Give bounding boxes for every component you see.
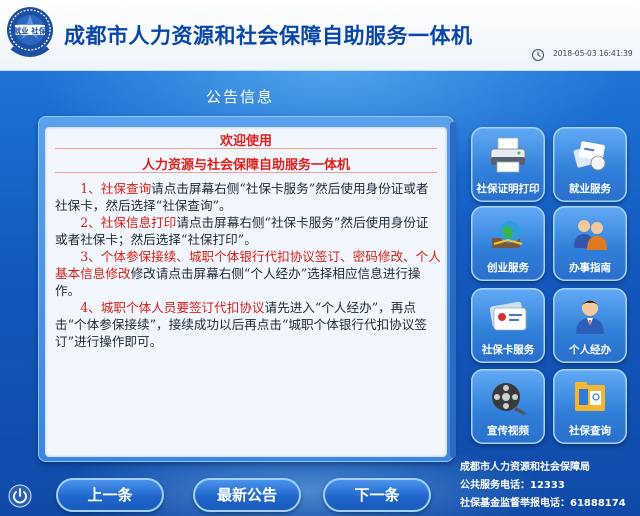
- tile-entrepreneurship-service[interactable]: 创业服务: [471, 206, 545, 281]
- divider: [55, 148, 437, 149]
- tile-label: 社保卡服务: [481, 344, 535, 356]
- notice-item-highlight: 1、社保查询: [80, 181, 152, 196]
- film-reel-icon: [492, 383, 526, 415]
- notice-item: 1、社保查询请点击屏幕右侧“社保卡服务”然后使用身份证或者社保卡，然后选择“社保…: [55, 180, 441, 214]
- latest-notice-button[interactable]: 最新公告: [193, 478, 301, 512]
- footer-report-phone: 社保基金监督举报电话：61888174: [460, 498, 626, 509]
- tile-employment-service[interactable]: 就业服务: [553, 127, 627, 202]
- globe-icon: [492, 221, 523, 248]
- tile-promo-video[interactable]: 宣传视频: [471, 369, 545, 444]
- tile-label: 办事指南: [569, 262, 611, 274]
- divider: [55, 172, 437, 173]
- tile-label: 宣传视频: [487, 425, 529, 437]
- business-card-icon: [573, 141, 606, 171]
- social-card-icon: [489, 301, 527, 331]
- tile-label: 创业服务: [487, 262, 529, 274]
- notice-body: 1、社保查询请点击屏幕右侧“社保卡服务”然后使用身份证或者社保卡，然后选择“社保…: [55, 180, 441, 350]
- footer-service-phone: 公共服务电话：12333: [460, 480, 565, 491]
- tile-social-security-query[interactable]: 社保查询: [553, 369, 627, 444]
- printer-icon: [490, 137, 526, 173]
- logo-text: 就业 社保: [14, 26, 47, 36]
- tile-personal-handling[interactable]: 个人经办: [553, 288, 627, 363]
- notice-item-highlight: 4、城职个体人员要签订代扣协议: [80, 300, 265, 315]
- clock-icon: [532, 49, 544, 61]
- person-icon: [576, 300, 604, 334]
- tile-label: 社保证明打印: [476, 183, 540, 195]
- next-notice-button[interactable]: 下一条: [323, 478, 431, 512]
- notice-item: 4、城职个体人员要签订代扣协议请先进入“个人经办”，再点击“个体参保接续”，接续…: [55, 299, 441, 350]
- tile-social-security-certificate-print[interactable]: 社保证明打印: [471, 127, 545, 202]
- notice-welcome: 欢迎使用: [219, 134, 272, 149]
- footer-info: 成都市人力资源和社会保障局 公共服务电话：12333 社保基金监督举报电话：61…: [460, 459, 638, 513]
- datetime-label: 2018-05-03 16:41:39: [553, 49, 633, 58]
- power-icon[interactable]: [8, 484, 32, 508]
- notice-subtitle: 人力资源与社会保障自助服务一体机: [141, 158, 350, 173]
- prev-notice-button[interactable]: 上一条: [56, 478, 164, 512]
- folder-search-icon: [575, 382, 605, 411]
- notice-item: 3、个体参保接续、城职个体银行代扣协议签订、密码修改、个人基本信息修改修改请点击…: [55, 248, 441, 299]
- tile-label: 个人经办: [569, 344, 611, 356]
- tile-social-security-card-service[interactable]: 社保卡服务: [471, 288, 545, 363]
- header-bar: 就业 社保 成都市人力资源和社会保障自助服务一体机 2018-05-03 16:…: [0, 0, 640, 71]
- notice-item: 2、社保信息打印请点击屏幕右侧“社保卡服务”然后使用身份证或者社保卡；然后选择“…: [55, 214, 441, 248]
- tile-label: 就业服务: [569, 183, 611, 195]
- tile-service-guide[interactable]: 办事指南: [553, 206, 627, 281]
- emblem-logo-icon: 就业 社保: [7, 7, 53, 57]
- people-icon: [574, 220, 607, 250]
- notice-scrollbar[interactable]: [450, 122, 456, 458]
- footer-org: 成都市人力资源和社会保障局: [460, 462, 590, 473]
- app-title: 成都市人力资源和社会保障自助服务一体机: [64, 24, 473, 48]
- tile-label: 社保查询: [569, 425, 611, 437]
- notice-heading: 公告信息: [205, 88, 274, 106]
- notice-item-highlight: 2、社保信息打印: [80, 215, 177, 230]
